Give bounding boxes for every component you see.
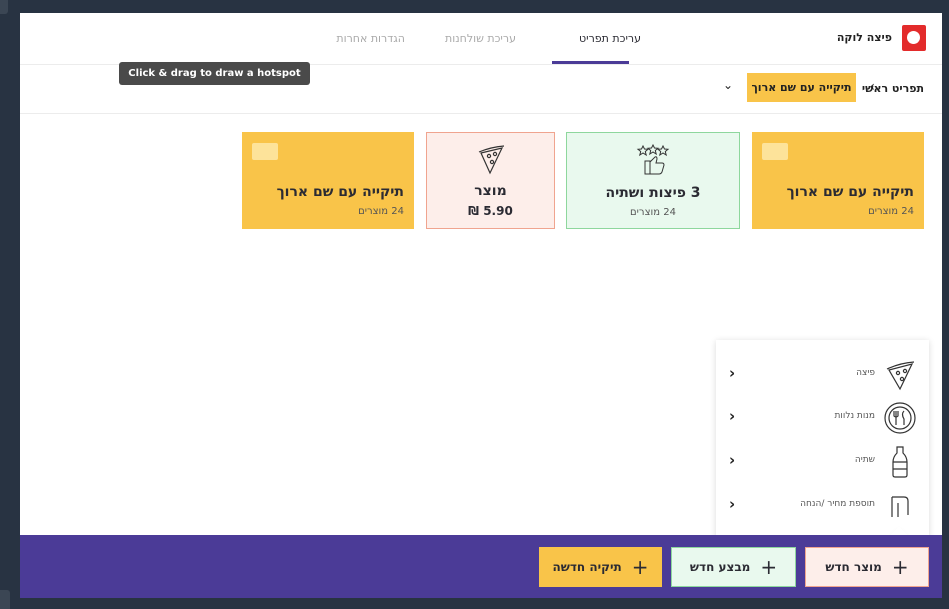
card-title: תיקייה עם שם ארוך	[276, 184, 404, 200]
plate-cutlery-icon	[884, 402, 916, 434]
menu-item-label: מנות נלוות	[834, 411, 875, 421]
menu-item-price-addon[interactable]: תוספת מחיר /הנחה ‹	[716, 484, 929, 528]
chevron-left-icon: ‹	[729, 451, 736, 469]
window-edge-tab	[0, 590, 10, 609]
new-deal-button[interactable]: + מבצע חדש	[671, 547, 796, 587]
chevron-left-icon: ‹	[729, 364, 736, 382]
chevron-left-icon: ‹	[729, 407, 736, 425]
button-label: מוצר חדש	[825, 560, 882, 574]
tab-tables-edit[interactable]: עריכת שולחנות	[445, 32, 516, 45]
card-subtitle: 24 מוצרים	[630, 207, 676, 218]
chevron-left-icon: ›	[869, 79, 875, 95]
button-label: מבצע חדש	[689, 560, 751, 574]
button-label: תיקיה חדשה	[552, 560, 622, 574]
plus-icon: +	[631, 555, 649, 579]
menu-item-drinks[interactable]: שתיה ‹	[716, 440, 929, 484]
new-folder-button[interactable]: + תיקיה חדשה	[539, 547, 662, 587]
folder-icon	[252, 143, 278, 160]
folder-icon	[762, 143, 788, 160]
menu-item-label: פיצה	[856, 368, 875, 378]
brand-name: פיצה לוקה	[836, 31, 892, 44]
new-product-button[interactable]: + מוצר חדש	[805, 547, 929, 587]
product-card[interactable]: מוצר 5.90 ₪	[426, 132, 555, 229]
bottle-icon	[892, 446, 908, 478]
tab-other-settings[interactable]: הגדרות אחרות	[336, 32, 405, 45]
brand-logo-icon	[902, 25, 926, 51]
pizza-slice-icon	[886, 361, 915, 391]
hotspot-tooltip: Click & drag to draw a hotspot	[119, 62, 310, 85]
menu-item-label: תוספת מחיר /הנחה	[800, 499, 875, 509]
top-bar: פיצה לוקה עריכת תפריט עריכת שולחנות הגדר…	[20, 13, 942, 65]
new-product-type-menu: פיצה ‹ מנות נלוות ‹ שתיה ‹ תוספת מחיר /ה…	[716, 340, 929, 538]
tab-menu-edit[interactable]: עריכת תפריט	[579, 32, 641, 45]
card-title: מוצר	[474, 183, 507, 199]
folder-card[interactable]: תיקייה עם שם ארוך 24 מוצרים	[242, 132, 414, 229]
menu-item-pizza[interactable]: פיצה ‹	[716, 353, 929, 397]
card-title: תיקייה עם שם ארוך	[786, 184, 914, 200]
card-subtitle: 24 מוצרים	[868, 206, 914, 217]
price-tag-icon	[891, 496, 909, 517]
breadcrumb-current-folder[interactable]: תיקייה עם שם ארוך	[747, 73, 856, 102]
active-tab-indicator	[552, 61, 629, 64]
folder-card[interactable]: תיקייה עם שם ארוך 24 מוצרים	[752, 132, 924, 229]
bundle-card[interactable]: 3 פיצות ושתיה 24 מוצרים	[566, 132, 740, 229]
app-window: פיצה לוקה עריכת תפריט עריכת שולחנות הגדר…	[20, 13, 942, 598]
menu-item-sides[interactable]: מנות נלוות ‹	[716, 396, 929, 440]
thumbs-up-stars-icon	[636, 144, 670, 175]
chevron-down-icon[interactable]: ⌄	[723, 78, 733, 92]
menu-item-label: שתיה	[854, 455, 875, 465]
plus-icon: +	[760, 555, 778, 579]
card-subtitle: 24 מוצרים	[358, 206, 404, 217]
plus-icon: +	[891, 555, 909, 579]
product-price: 5.90 ₪	[468, 204, 513, 218]
chevron-left-icon: ‹	[729, 495, 736, 513]
card-title: 3 פיצות ושתיה	[605, 185, 701, 201]
window-edge-tab	[0, 0, 8, 14]
bottom-action-bar: + מוצר חדש + מבצע חדש + תיקיה חדשה	[20, 535, 942, 598]
pizza-slice-icon	[478, 145, 504, 175]
